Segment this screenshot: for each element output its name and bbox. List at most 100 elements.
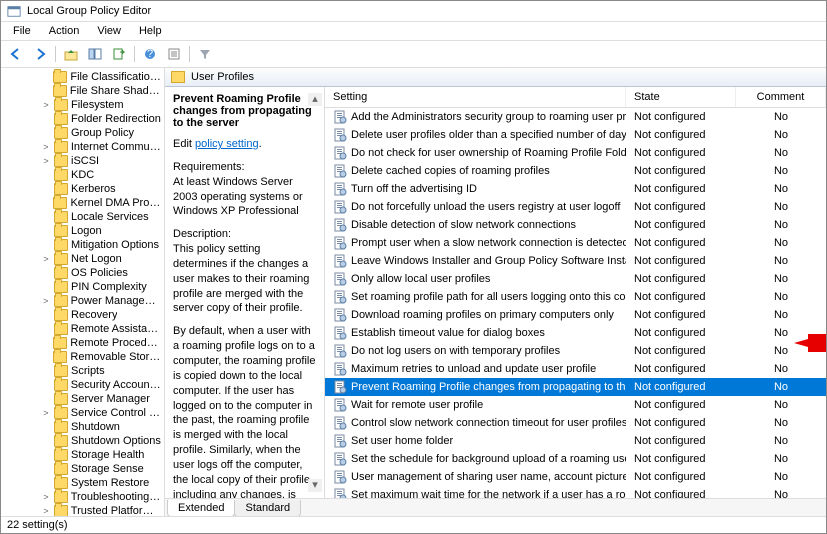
tree-item[interactable]: Recovery — [1, 308, 164, 322]
column-state[interactable]: State — [626, 87, 736, 107]
tree-item[interactable]: >Trusted Platform M — [1, 504, 164, 516]
tree-item[interactable]: Removable Storage — [1, 350, 164, 364]
tree-item[interactable]: File Share Shadow C — [1, 84, 164, 98]
expander-icon[interactable] — [41, 310, 51, 320]
expander-icon[interactable] — [41, 170, 51, 180]
edit-policy-link[interactable]: policy setting — [195, 138, 259, 150]
expander-icon[interactable]: > — [41, 142, 51, 152]
tree-item[interactable]: Scripts — [1, 364, 164, 378]
expander-icon[interactable] — [41, 114, 51, 124]
expander-icon[interactable]: > — [41, 492, 51, 502]
list-row[interactable]: Prompt user when a slow network connecti… — [325, 234, 826, 252]
column-setting[interactable]: Setting — [325, 87, 626, 107]
expander-icon[interactable] — [41, 436, 51, 446]
tree-item[interactable]: Kernel DMA Protect — [1, 196, 164, 210]
tree-item[interactable]: Storage Health — [1, 448, 164, 462]
column-comment[interactable]: Comment — [736, 87, 826, 107]
tree-item[interactable]: >Internet Communic — [1, 140, 164, 154]
expander-icon[interactable] — [41, 380, 51, 390]
expander-icon[interactable] — [41, 366, 51, 376]
list-row[interactable]: Do not log users on with temporary profi… — [325, 342, 826, 360]
list-row[interactable]: Download roaming profiles on primary com… — [325, 306, 826, 324]
list-row[interactable]: Maximum retries to unload and update use… — [325, 360, 826, 378]
list-row[interactable]: Establish timeout value for dialog boxes… — [325, 324, 826, 342]
expander-icon[interactable] — [41, 324, 51, 334]
expander-icon[interactable] — [41, 394, 51, 404]
menu-file[interactable]: File — [5, 23, 39, 39]
export-button[interactable] — [108, 44, 130, 64]
list-row[interactable]: Turn off the advertising IDNot configure… — [325, 180, 826, 198]
tab-extended[interactable]: Extended — [167, 500, 235, 516]
filter-button[interactable] — [194, 44, 216, 64]
list-row[interactable]: Delete cached copies of roaming profiles… — [325, 162, 826, 180]
expander-icon[interactable] — [41, 422, 51, 432]
expander-icon[interactable] — [41, 478, 51, 488]
properties-button[interactable] — [163, 44, 185, 64]
tree-item[interactable]: OS Policies — [1, 266, 164, 280]
list-row[interactable]: Add the Administrators security group to… — [325, 108, 826, 126]
list-row[interactable]: Set roaming profile path for all users l… — [325, 288, 826, 306]
description-scrollbar[interactable]: ▴ ▾ — [308, 93, 322, 492]
list-row[interactable]: Set maximum wait time for the network if… — [325, 486, 826, 498]
tree-item[interactable]: KDC — [1, 168, 164, 182]
scroll-up-icon[interactable]: ▴ — [308, 93, 322, 106]
tab-standard[interactable]: Standard — [234, 500, 301, 516]
tree-item[interactable]: Logon — [1, 224, 164, 238]
expander-icon[interactable] — [41, 184, 51, 194]
tree-item[interactable]: Shutdown Options — [1, 434, 164, 448]
expander-icon[interactable] — [41, 212, 51, 222]
list-row[interactable]: Control slow network connection timeout … — [325, 414, 826, 432]
expander-icon[interactable] — [41, 282, 51, 292]
tree-item[interactable]: >Power Managemen — [1, 294, 164, 308]
list-row[interactable]: Wait for remote user profileNot configur… — [325, 396, 826, 414]
tree-item[interactable]: PIN Complexity — [1, 280, 164, 294]
forward-button[interactable] — [29, 44, 51, 64]
tree-item[interactable]: Storage Sense — [1, 462, 164, 476]
back-button[interactable] — [5, 44, 27, 64]
tree-item[interactable]: >Filesystem — [1, 98, 164, 112]
tree-item[interactable]: Server Manager — [1, 392, 164, 406]
tree-item[interactable]: Folder Redirection — [1, 112, 164, 126]
tree-item[interactable]: >Net Logon — [1, 252, 164, 266]
expander-icon[interactable] — [41, 338, 50, 348]
list-row[interactable]: Only allow local user profilesNot config… — [325, 270, 826, 288]
expander-icon[interactable] — [41, 226, 51, 236]
list-body[interactable]: Add the Administrators security group to… — [325, 108, 826, 498]
expander-icon[interactable] — [41, 450, 51, 460]
scroll-down-icon[interactable]: ▾ — [308, 479, 322, 492]
expander-icon[interactable] — [41, 198, 50, 208]
tree-item[interactable]: Security Account M — [1, 378, 164, 392]
tree-item[interactable]: Locale Services — [1, 210, 164, 224]
tree-item[interactable]: >iSCSI — [1, 154, 164, 168]
list-row[interactable]: Do not forcefully unload the users regis… — [325, 198, 826, 216]
list-row[interactable]: Disable detection of slow network connec… — [325, 216, 826, 234]
list-row[interactable]: User management of sharing user name, ac… — [325, 468, 826, 486]
tree-item[interactable]: Group Policy — [1, 126, 164, 140]
expander-icon[interactable]: > — [41, 408, 51, 418]
list-row[interactable]: Set the schedule for background upload o… — [325, 450, 826, 468]
tree-item[interactable]: >Service Control Ma — [1, 406, 164, 420]
expander-icon[interactable]: > — [41, 296, 51, 306]
expander-icon[interactable] — [41, 128, 51, 138]
tree-item[interactable]: System Restore — [1, 476, 164, 490]
tree-item[interactable]: Shutdown — [1, 420, 164, 434]
show-hide-tree-button[interactable] — [84, 44, 106, 64]
expander-icon[interactable] — [41, 464, 51, 474]
tree-pane[interactable]: File Classification InFile Share Shadow … — [1, 68, 165, 516]
up-folder-button[interactable] — [60, 44, 82, 64]
expander-icon[interactable]: > — [41, 506, 51, 516]
tree-item[interactable]: >Troubleshooting an — [1, 490, 164, 504]
tree-item[interactable]: Remote Procedure ( — [1, 336, 164, 350]
tree-item[interactable]: Kerberos — [1, 182, 164, 196]
tree-item[interactable]: Remote Assistance — [1, 322, 164, 336]
expander-icon[interactable]: > — [41, 100, 51, 110]
refresh-button[interactable]: ? — [139, 44, 161, 64]
list-row[interactable]: Prevent Roaming Profile changes from pro… — [325, 378, 826, 396]
expander-icon[interactable] — [41, 240, 51, 250]
menu-view[interactable]: View — [89, 23, 129, 39]
expander-icon[interactable] — [41, 352, 50, 362]
expander-icon[interactable]: > — [41, 254, 51, 264]
tree-item[interactable]: Mitigation Options — [1, 238, 164, 252]
menu-help[interactable]: Help — [131, 23, 170, 39]
expander-icon[interactable] — [41, 72, 50, 82]
